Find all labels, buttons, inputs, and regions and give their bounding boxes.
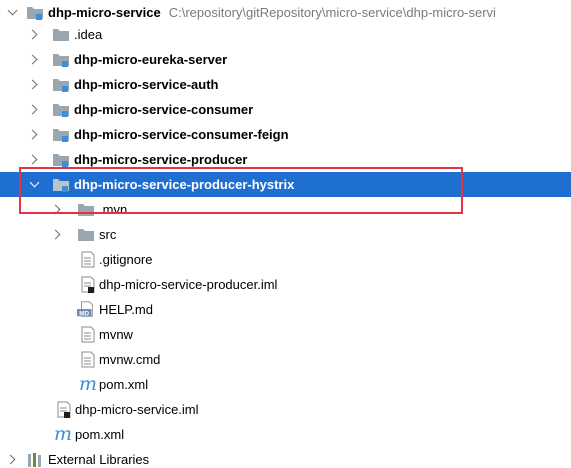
tree-row-pom-root[interactable]: m pom.xml: [0, 422, 571, 447]
tree-row-label: dhp-micro-service.iml: [75, 402, 199, 417]
iml-file-icon: [81, 276, 95, 293]
tree-row-consumer-feign[interactable]: dhp-micro-service-consumer-feign: [0, 122, 571, 147]
expand-toggle[interactable]: [5, 452, 19, 466]
tree-row-consumer[interactable]: dhp-micro-service-consumer: [0, 97, 571, 122]
expand-toggle[interactable]: [27, 102, 41, 116]
expand-toggle[interactable]: [50, 227, 64, 241]
tree-row-gitignore[interactable]: .gitignore: [0, 247, 571, 272]
tree-row-pom-inner[interactable]: m pom.xml: [0, 372, 571, 397]
folder-icon: [78, 229, 94, 241]
md-badge: MD: [79, 310, 89, 317]
tree-row-label: dhp-micro-service-auth: [74, 77, 219, 92]
chevron-down-icon: [7, 5, 17, 15]
library-icon: [28, 453, 41, 467]
maven-icon: m: [79, 373, 98, 395]
module-folder-icon: [53, 129, 69, 142]
tree-row-src[interactable]: src: [0, 222, 571, 247]
root-path: C:\repository\gitRepository\micro-servic…: [168, 5, 496, 20]
chevron-right-icon: [27, 29, 38, 39]
expand-toggle[interactable]: [27, 27, 41, 41]
markdown-file-icon: MD: [77, 301, 93, 317]
tree-row-label: dhp-micro-service-producer: [74, 152, 248, 167]
chevron-right-icon: [50, 204, 61, 214]
tree-row-producer-hystrix[interactable]: dhp-micro-service-producer-hystrix: [0, 172, 571, 197]
chevron-right-icon: [50, 229, 61, 239]
module-folder-icon: [53, 154, 69, 167]
tree-row-idea[interactable]: .idea: [0, 22, 571, 47]
module-folder-icon: [53, 179, 69, 192]
tree-row-label: src: [99, 227, 117, 242]
root-name: dhp-micro-service: [48, 5, 161, 20]
chevron-right-icon: [27, 54, 38, 64]
tree-row-label: .gitignore: [99, 252, 153, 267]
tree-row-label: mvnw.cmd: [99, 352, 161, 367]
expand-toggle[interactable]: [27, 152, 41, 166]
tree-row-label: .idea: [74, 27, 103, 42]
text-file-icon: [81, 351, 95, 368]
tree-row-auth[interactable]: dhp-micro-service-auth: [0, 72, 571, 97]
tree-row-service-iml[interactable]: dhp-micro-service.iml: [0, 397, 571, 422]
tree-row-mvnw[interactable]: mvnw: [0, 322, 571, 347]
tree-row-producer[interactable]: dhp-micro-service-producer: [0, 147, 571, 172]
tree-row-label: mvnw: [99, 327, 133, 342]
text-file-icon: [81, 326, 95, 343]
folder-icon: [78, 204, 94, 216]
expand-toggle[interactable]: [27, 177, 41, 191]
iml-file-icon: [57, 401, 71, 418]
tree-row-external-libraries[interactable]: External Libraries: [0, 447, 571, 468]
maven-icon: m: [54, 423, 73, 445]
chevron-right-icon: [27, 104, 38, 114]
tree-row-label: HELP.md: [99, 302, 153, 317]
expand-toggle[interactable]: [27, 77, 41, 91]
chevron-right-icon: [27, 79, 38, 89]
tree-row-label: dhp-micro-service-producer.iml: [99, 277, 278, 292]
module-folder-icon: [53, 54, 69, 67]
tree-row-producer-iml[interactable]: dhp-micro-service-producer.iml: [0, 272, 571, 297]
module-folder-icon: [27, 7, 43, 20]
tree-row-help-md[interactable]: MD HELP.md: [0, 297, 571, 322]
tree-row-label: dhp-micro-service-consumer: [74, 102, 254, 117]
tree-row-mvn[interactable]: .mvn: [0, 197, 571, 222]
chevron-down-icon: [29, 177, 39, 187]
folder-icon: [53, 29, 69, 41]
tree-row-label: External Libraries: [48, 452, 150, 467]
expand-toggle[interactable]: [27, 52, 41, 66]
tree-row-label: dhp-micro-eureka-server: [74, 52, 228, 67]
module-folder-icon: [53, 79, 69, 92]
project-tree: dhp-micro-service C:\repository\gitReposi…: [0, 0, 571, 468]
tree-row-label: dhp-micro-service-consumer-feign: [74, 127, 289, 142]
tree-row-label: dhp-micro-service-producer-hystrix: [74, 177, 295, 192]
tree-row-label: pom.xml: [75, 427, 125, 442]
tree-row-eureka-server[interactable]: dhp-micro-eureka-server: [0, 47, 571, 72]
chevron-right-icon: [27, 129, 38, 139]
tree-row-label: dhp-micro-service C:\repository\gitReposi…: [48, 4, 496, 21]
tree-row-label: pom.xml: [99, 377, 149, 392]
chevron-right-icon: [5, 454, 16, 464]
expand-toggle[interactable]: [5, 5, 19, 19]
module-folder-icon: [53, 104, 69, 117]
chevron-right-icon: [27, 154, 38, 164]
expand-toggle[interactable]: [27, 127, 41, 141]
tree-row-mvnw-cmd[interactable]: mvnw.cmd: [0, 347, 571, 372]
tree-row-label: .mvn: [99, 202, 128, 217]
text-file-icon: [81, 251, 95, 268]
expand-toggle[interactable]: [50, 202, 64, 216]
